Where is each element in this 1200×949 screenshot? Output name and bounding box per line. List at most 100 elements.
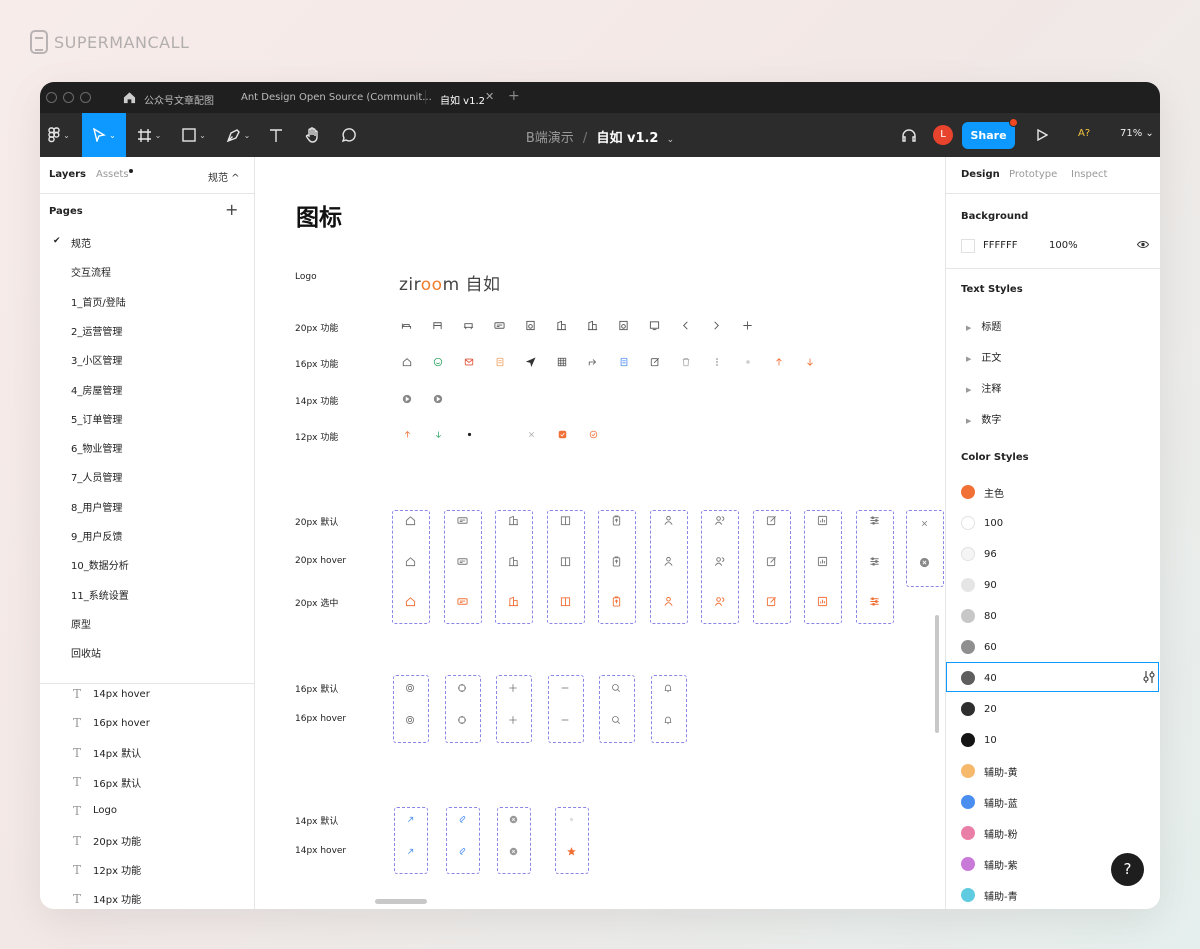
function-icon[interactable]	[650, 357, 660, 367]
default-state-icon[interactable]	[509, 815, 518, 824]
text-style-item[interactable]: ▶ 正文	[966, 349, 1001, 364]
page-item[interactable]: 6_物业管理	[71, 440, 122, 455]
color-style-item[interactable]: 40	[961, 668, 997, 688]
function-icon[interactable]	[680, 320, 691, 331]
selected-state-icon[interactable]	[714, 596, 725, 607]
hover-state-icon[interactable]	[405, 556, 416, 567]
function-icon[interactable]	[432, 320, 443, 331]
avatar[interactable]: L	[933, 125, 953, 145]
text-style-item[interactable]: ▶ 数字	[966, 411, 1001, 426]
function-icon[interactable]	[494, 320, 505, 331]
close-hover-icon[interactable]	[919, 557, 930, 568]
function-icon[interactable]	[434, 430, 443, 439]
hover-state-icon[interactable]	[508, 715, 518, 725]
page-item[interactable]: 1_首页/登陆	[71, 294, 126, 309]
function-icon[interactable]	[557, 357, 567, 367]
eye-icon[interactable]	[1137, 240, 1149, 249]
default-state-icon[interactable]	[508, 683, 518, 693]
text-style-item[interactable]: ▶ 标题	[966, 318, 1001, 333]
hover-state-icon[interactable]	[714, 556, 725, 567]
default-state-icon[interactable]	[817, 515, 828, 526]
page-item[interactable]: 10_数据分析	[71, 557, 129, 572]
zoom-dropdown[interactable]: 71% ⌄	[1120, 128, 1154, 139]
default-state-icon[interactable]	[456, 515, 468, 526]
text-style-item[interactable]: ▶ 注释	[966, 380, 1001, 395]
layer-item[interactable]: T 16px hover	[73, 716, 150, 730]
hover-state-icon[interactable]	[458, 847, 467, 856]
default-state-icon[interactable]	[560, 683, 570, 693]
default-state-icon[interactable]	[714, 515, 725, 526]
page-item[interactable]: 8_用户管理	[71, 499, 122, 514]
background-opacity-input[interactable]: 100%	[1049, 240, 1078, 251]
current-page-dropdown[interactable]: 规范 ^	[208, 169, 240, 184]
present-button[interactable]	[1032, 113, 1052, 157]
accessibility-check[interactable]: A?	[1078, 128, 1090, 139]
page-item[interactable]: 交互流程	[71, 264, 111, 279]
selected-state-icon[interactable]	[611, 596, 622, 607]
tab-wechat-images[interactable]: 公众号文章配图	[144, 92, 214, 107]
hover-state-icon[interactable]	[405, 715, 415, 725]
color-style-item[interactable]: 辅助-青	[961, 885, 1018, 905]
default-state-icon[interactable]	[611, 515, 622, 526]
function-icon[interactable]	[774, 357, 784, 367]
tab-inspect[interactable]: Inspect	[1071, 169, 1107, 180]
function-icon[interactable]	[433, 394, 443, 404]
hover-state-icon[interactable]	[560, 556, 571, 567]
color-style-item[interactable]: 10	[961, 730, 997, 750]
function-icon[interactable]	[402, 394, 412, 404]
hover-state-icon[interactable]	[611, 715, 621, 725]
add-page-button[interactable]: +	[225, 200, 238, 219]
layer-item[interactable]: T 14px 功能	[73, 891, 141, 907]
color-style-item[interactable]: 100	[961, 513, 1003, 533]
background-color-swatch[interactable]	[961, 239, 975, 253]
hover-state-icon[interactable]	[663, 556, 674, 567]
function-icon[interactable]	[588, 357, 598, 367]
function-icon[interactable]	[743, 357, 753, 367]
hover-state-icon[interactable]	[509, 847, 518, 856]
page-item[interactable]: 规范	[71, 235, 91, 250]
selected-state-icon[interactable]	[817, 596, 828, 607]
function-icon[interactable]	[618, 320, 629, 331]
function-icon[interactable]	[558, 430, 567, 439]
default-state-icon[interactable]	[405, 683, 415, 693]
breadcrumb-project[interactable]: B端演示	[526, 131, 574, 146]
hover-state-icon[interactable]	[457, 715, 467, 725]
hover-state-icon[interactable]	[611, 556, 622, 567]
color-style-item[interactable]: 辅助-蓝	[961, 792, 1018, 812]
selected-state-icon[interactable]	[456, 596, 468, 607]
layer-item[interactable]: T Logo	[73, 804, 117, 818]
hover-state-icon[interactable]	[456, 556, 468, 567]
layer-item[interactable]: T 12px 功能	[73, 862, 141, 878]
ziroom-logo[interactable]: ziroom 自如	[399, 270, 501, 295]
page-item[interactable]: 3_小区管理	[71, 352, 122, 367]
color-style-item[interactable]: 60	[961, 637, 997, 657]
selected-state-icon[interactable]	[405, 596, 416, 607]
tab-design[interactable]: Design	[961, 169, 1000, 180]
maximize-window-button[interactable]	[80, 92, 91, 103]
hover-state-icon[interactable]	[766, 556, 777, 567]
function-icon[interactable]	[403, 430, 412, 439]
help-button[interactable]: ?	[1111, 853, 1144, 886]
color-style-item[interactable]: 主色	[961, 482, 1004, 502]
new-tab-icon[interactable]: +	[508, 88, 520, 104]
hover-state-icon[interactable]	[560, 715, 570, 725]
chevron-down-icon[interactable]: ⌄	[667, 135, 675, 145]
horizontal-scrollbar[interactable]	[375, 899, 427, 904]
vertical-scrollbar[interactable]	[935, 615, 939, 733]
default-state-icon[interactable]	[663, 515, 674, 526]
color-style-item[interactable]: 96	[961, 544, 997, 564]
layer-item[interactable]: T 14px 默认	[73, 745, 141, 761]
hover-state-icon[interactable]	[406, 847, 415, 856]
color-style-item[interactable]: 辅助-黄	[961, 761, 1018, 781]
selected-state-icon[interactable]	[508, 596, 519, 607]
function-icon[interactable]	[526, 357, 536, 367]
function-icon[interactable]	[556, 320, 567, 331]
hover-state-icon[interactable]	[869, 556, 880, 567]
default-state-icon[interactable]	[560, 515, 571, 526]
color-style-item[interactable]: 辅助-紫	[961, 854, 1018, 874]
layer-item[interactable]: T 20px 功能	[73, 833, 141, 849]
default-state-icon[interactable]	[508, 515, 519, 526]
selected-state-icon[interactable]	[766, 596, 777, 607]
function-icon[interactable]	[589, 430, 598, 439]
selected-state-icon[interactable]	[869, 596, 880, 607]
